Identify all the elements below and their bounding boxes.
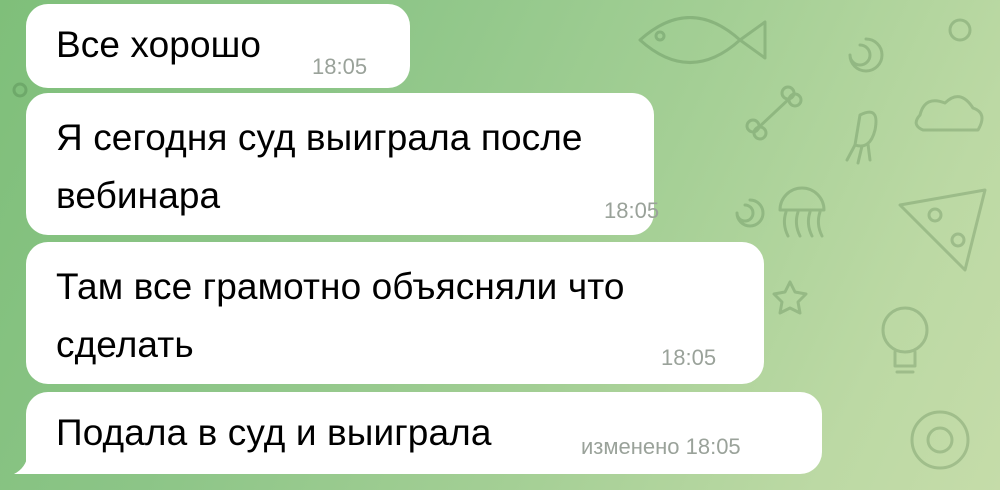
spiral-icon — [848, 37, 884, 73]
pizza-icon — [898, 188, 987, 272]
message-text: Там все грамотно объясняли что сделать — [56, 258, 625, 374]
message-bubble[interactable]: Там все грамотно объясняли что сделать 1… — [26, 242, 764, 384]
squid-icon — [845, 110, 878, 165]
message-text-line: сделать — [56, 324, 194, 365]
lightbulb-icon — [881, 306, 929, 374]
star-icon — [772, 280, 808, 315]
message-time: 18:05 — [312, 54, 368, 79]
message-time: 18:05 — [604, 198, 660, 223]
message-text: Я сегодня суд выиграла после вебинара — [56, 109, 583, 225]
message-text-line: Я сегодня суд выиграла после — [56, 117, 583, 158]
message-bubble[interactable]: Все хорошо 18:05 — [26, 4, 410, 88]
message-text: Подала в суд и выиграла — [56, 412, 492, 453]
message-bubble[interactable]: Подала в суд и выиграла изменено 18:05 — [26, 392, 822, 474]
message-text-line: Там все грамотно объясняли что — [56, 266, 625, 307]
ball-icon — [910, 410, 970, 470]
message-text: Все хорошо — [56, 24, 262, 65]
bone-icon — [745, 85, 803, 141]
fish-icon — [638, 16, 767, 64]
message-bubble[interactable]: Я сегодня суд выиграла после вебинара 18… — [26, 93, 659, 235]
message-text-line: вебинара — [56, 175, 221, 216]
message-time-edited: изменено 18:05 — [581, 434, 741, 459]
message-time: 18:05 — [661, 345, 717, 370]
jellyfish-icon — [778, 186, 826, 238]
spiral-icon — [735, 198, 765, 228]
cloud-icon — [914, 95, 984, 132]
